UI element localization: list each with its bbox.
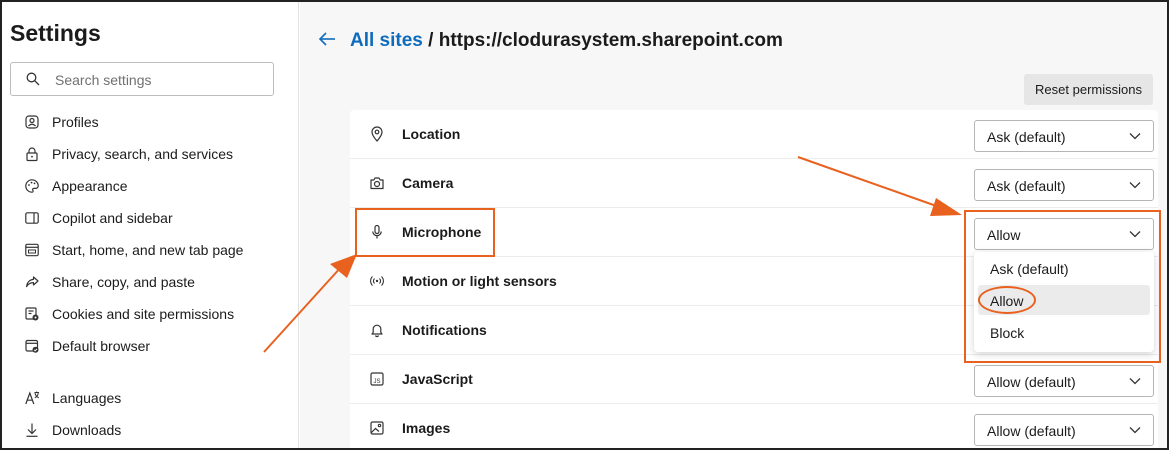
chevron-down-icon <box>1129 427 1141 434</box>
profile-icon <box>22 112 42 132</box>
browser-icon <box>22 336 42 356</box>
lock-icon <box>22 144 42 164</box>
sidebar-item-label: Share, copy, and paste <box>52 274 195 290</box>
permission-label: Location <box>402 126 461 142</box>
cookies-icon <box>22 304 42 324</box>
back-arrow-icon[interactable] <box>317 29 337 54</box>
permission-label: Notifications <box>402 322 487 338</box>
camera-select[interactable]: Ask (default) <box>974 169 1154 201</box>
permission-label: Motion or light sensors <box>402 273 557 289</box>
option-label: Block <box>990 325 1025 341</box>
permission-label: JavaScript <box>402 371 473 387</box>
location-select[interactable]: Ask (default) <box>974 120 1154 152</box>
sidebar-item-share[interactable]: Share, copy, and paste <box>10 267 295 297</box>
share-icon <box>22 272 42 292</box>
sidebar-item-label: Appearance <box>52 178 128 194</box>
dropdown-option-allow[interactable]: Allow <box>978 285 1150 315</box>
chevron-down-icon <box>1129 133 1141 140</box>
permission-label: Images <box>402 420 451 436</box>
site-url: https://clodurasystem.sharepoint.com <box>438 30 783 51</box>
palette-icon <box>22 176 42 196</box>
breadcrumb: All sites / https://clodurasystem.sharep… <box>350 30 783 52</box>
search-input[interactable] <box>55 69 265 91</box>
sidebar-item-downloads[interactable]: Downloads <box>10 415 295 445</box>
camera-icon <box>367 173 387 193</box>
microphone-icon <box>367 222 387 242</box>
location-icon <box>367 124 387 144</box>
chevron-down-icon <box>1129 182 1141 189</box>
settings-sidebar: Settings Profiles Privacy, search, and s… <box>2 2 299 448</box>
permission-row-camera: Camera Ask (default) <box>350 159 1158 208</box>
sensor-icon <box>367 271 387 291</box>
permission-row-microphone: Microphone Allow <box>350 208 1158 257</box>
sidebar-item-start-home[interactable]: Start, home, and new tab page <box>10 235 295 265</box>
dropdown-option-ask[interactable]: Ask (default) <box>978 253 1150 283</box>
permission-label: Camera <box>402 175 454 191</box>
option-label: Allow <box>990 293 1024 309</box>
breadcrumb-separator: / <box>422 30 439 51</box>
sidebar-item-label: Languages <box>52 390 122 406</box>
sidebar-item-label: Cookies and site permissions <box>52 306 235 322</box>
sidebar-item-label: Profiles <box>52 114 99 130</box>
sidebar-icon <box>22 208 42 228</box>
sidebar-title: Settings <box>10 20 101 46</box>
microphone-select[interactable]: Allow <box>974 218 1154 250</box>
dropdown-option-block[interactable]: Block <box>978 317 1150 347</box>
sidebar-item-profiles[interactable]: Profiles <box>10 107 295 137</box>
sidebar-item-label: Privacy, search, and services <box>52 146 234 162</box>
sidebar-item-privacy[interactable]: Privacy, search, and services <box>10 139 295 169</box>
chevron-down-icon <box>1129 378 1141 385</box>
javascript-select[interactable]: Allow (default) <box>974 365 1154 397</box>
search-icon <box>26 72 40 86</box>
main-content: All sites / https://clodurasystem.sharep… <box>300 2 1167 448</box>
search-box[interactable] <box>10 62 274 96</box>
chevron-down-icon <box>1129 231 1141 238</box>
bell-icon <box>367 320 387 340</box>
download-icon <box>22 420 42 440</box>
option-label: Ask (default) <box>990 261 1069 277</box>
sidebar-item-label: Downloads <box>52 422 122 438</box>
select-value: Ask (default) <box>987 178 1066 194</box>
sidebar-item-default-browser[interactable]: Default browser <box>10 331 295 361</box>
permission-row-javascript: JS JavaScript Allow (default) <box>350 355 1158 404</box>
permission-row-images: Images Allow (default) <box>350 404 1158 448</box>
images-select[interactable]: Allow (default) <box>974 414 1154 446</box>
sidebar-item-languages[interactable]: Languages <box>10 383 295 413</box>
permission-label: Microphone <box>402 224 482 240</box>
select-value: Ask (default) <box>987 129 1066 145</box>
sidebar-item-label: Default browser <box>52 338 151 354</box>
sidebar-item-appearance[interactable]: Appearance <box>10 171 295 201</box>
svg-text:JS: JS <box>373 379 380 385</box>
languages-icon <box>22 388 42 408</box>
select-value: Allow <box>987 227 1021 243</box>
sidebar-item-copilot[interactable]: Copilot and sidebar <box>10 203 295 233</box>
home-tab-icon <box>22 240 42 260</box>
javascript-icon: JS <box>367 369 387 389</box>
permission-row-location: Location Ask (default) <box>350 110 1158 159</box>
all-sites-link[interactable]: All sites <box>350 30 423 51</box>
select-value: Allow (default) <box>987 374 1076 390</box>
sidebar-item-cookies[interactable]: Cookies and site permissions <box>10 299 295 329</box>
reset-permissions-button[interactable]: Reset permissions <box>1024 74 1153 105</box>
sidebar-item-label: Copilot and sidebar <box>52 210 173 226</box>
select-value: Allow (default) <box>987 423 1076 439</box>
microphone-dropdown-menu: Ask (default) Allow Block <box>974 252 1154 352</box>
image-icon <box>367 418 387 438</box>
window-frame: Settings Profiles Privacy, search, and s… <box>0 0 1169 450</box>
sidebar-item-label: Start, home, and new tab page <box>52 242 244 258</box>
